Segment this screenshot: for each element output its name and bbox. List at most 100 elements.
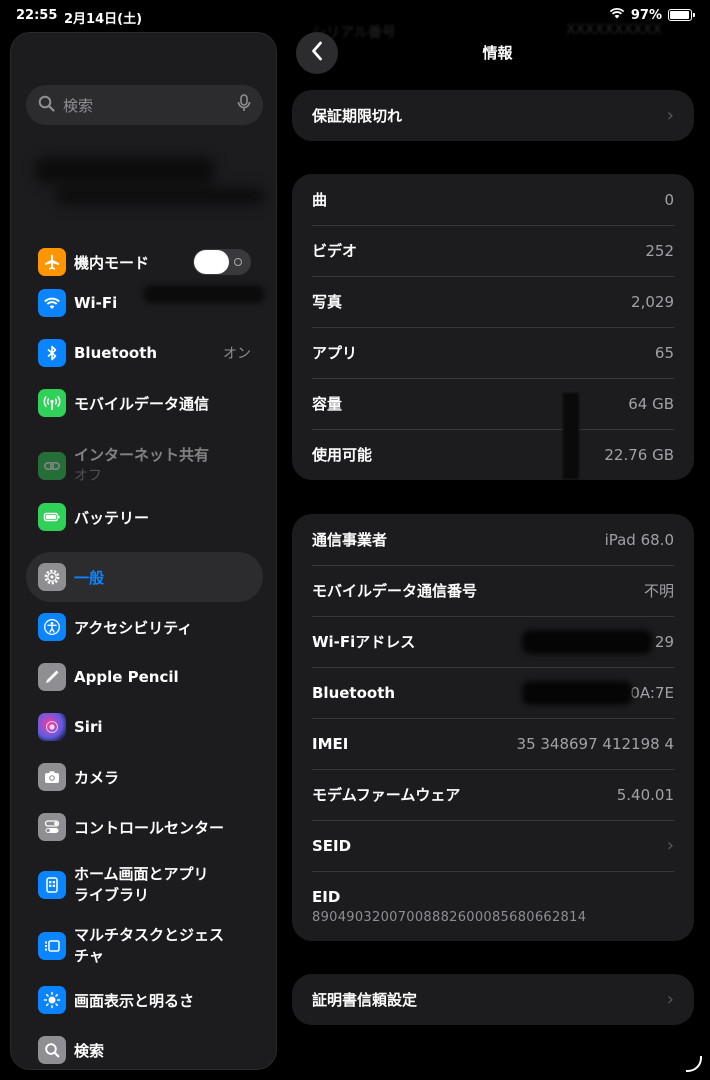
sidebar-item-label: Wi-Fi xyxy=(74,294,118,312)
row-label: 容量 xyxy=(312,395,343,413)
info-row-apps: アプリ 65 xyxy=(292,327,694,378)
media-info-group: 曲 0 ビデオ 252 写真 2,029 アプリ 65 容量 64 GB 使用可… xyxy=(292,174,694,480)
sidebar-item-label: ホーム画面とアプリ xyxy=(74,865,209,883)
sidebar-item-airplane-mode[interactable]: 機内モード xyxy=(26,239,263,285)
battery-icon xyxy=(38,503,66,531)
sidebar-item-apple-pencil[interactable]: Apple Pencil xyxy=(26,654,263,700)
chevron-right-icon: › xyxy=(666,835,674,856)
sidebar-item-home-screen[interactable]: ホーム画面とアプリ ライブラリ xyxy=(26,857,263,913)
row-label: モデムファームウェア xyxy=(312,786,461,804)
battery-fill xyxy=(670,11,690,19)
sidebar-item-display-brightness[interactable]: 画面表示と明るさ xyxy=(26,977,263,1023)
sidebar-item-battery[interactable]: バッテリー xyxy=(26,494,263,540)
sidebar-item-label: モバイルデータ通信 xyxy=(74,394,210,413)
redacted-block xyxy=(55,187,265,205)
sidebar-item-siri[interactable]: Siri xyxy=(26,704,263,750)
row-value: 0A:7E xyxy=(630,683,674,702)
homescreen-icon xyxy=(38,871,66,899)
sidebar-item-label-line2: ライブラリ xyxy=(74,886,150,904)
sidebar-item-label: コントロールセンター xyxy=(74,818,225,837)
warranty-row[interactable]: 保証期限切れ › xyxy=(292,90,694,141)
row-value: 22.76 GB xyxy=(604,445,674,464)
info-row-videos: ビデオ 252 xyxy=(292,225,694,276)
row-label: EID xyxy=(312,887,341,906)
sidebar-item-bluetooth[interactable]: Bluetooth オン xyxy=(26,330,263,376)
sidebar-item-accessibility[interactable]: アクセシビリティ xyxy=(26,604,263,650)
microphone-icon[interactable] xyxy=(237,94,251,116)
row-label: Wi-Fiアドレス xyxy=(312,633,416,651)
toggle-off-indicator xyxy=(234,258,242,266)
row-value: 29 xyxy=(654,632,674,651)
chevron-right-icon: › xyxy=(666,989,674,1010)
battery-percent: 97% xyxy=(630,7,662,23)
chevron-left-icon xyxy=(311,41,323,65)
info-row-cellular-number: モバイルデータ通信番号 不明 xyxy=(292,565,694,616)
sidebar-item-label-line2: チャ xyxy=(74,947,104,965)
search-placeholder: 検索 xyxy=(63,96,94,115)
info-row-carrier: 通信事業者 iPad 68.0 xyxy=(292,514,694,565)
sidebar-item-personal-hotspot[interactable]: インターネット共有 オフ xyxy=(26,438,263,494)
sidebar-item-search[interactable]: 検索 xyxy=(26,1027,263,1069)
info-row-seid[interactable]: SEID › xyxy=(292,820,694,871)
certificate-trust-row[interactable]: 証明書信頼設定 › xyxy=(292,974,694,1025)
toggle-knob xyxy=(194,250,229,274)
certificate-group: 証明書信頼設定 › xyxy=(292,974,694,1025)
back-button[interactable] xyxy=(296,32,338,74)
corner-indicator-icon xyxy=(686,1056,702,1072)
row-label: 保証期限切れ xyxy=(312,107,403,125)
warranty-group: 保証期限切れ › xyxy=(292,90,694,141)
info-row-songs: 曲 0 xyxy=(292,174,694,225)
row-value: iPad 68.0 xyxy=(604,530,674,549)
sidebar-item-control-center[interactable]: コントロールセンター xyxy=(26,804,263,850)
info-row-bluetooth: Bluetooth 0A:7E xyxy=(292,667,694,718)
search-icon xyxy=(38,1036,66,1064)
account-profile-redacted[interactable] xyxy=(35,151,265,221)
wifi-status-icon xyxy=(609,7,625,23)
row-value: 252 xyxy=(645,241,674,260)
info-row-imei: IMEI 35 348697 412198 4 xyxy=(292,718,694,769)
sidebar-item-wifi[interactable]: Wi-Fi xyxy=(26,280,264,326)
brightness-icon xyxy=(38,986,66,1014)
row-value: 35 348697 412198 4 xyxy=(516,734,674,753)
row-label: ビデオ xyxy=(312,242,358,260)
info-row-photos: 写真 2,029 xyxy=(292,276,694,327)
bluetooth-status: オン xyxy=(223,346,251,362)
sidebar-item-label: 機内モード xyxy=(74,253,150,272)
status-right: 97% xyxy=(609,7,695,23)
camera-icon xyxy=(38,763,66,791)
row-label: Bluetooth xyxy=(312,683,396,702)
sidebar-item-multitasking[interactable]: マルチタスクとジェス チャ xyxy=(26,918,263,974)
row-label: アプリ xyxy=(312,344,358,362)
gear-icon xyxy=(38,563,66,591)
row-value: 89049032007008882600085680662814 xyxy=(312,909,587,925)
sidebar-item-camera[interactable]: カメラ xyxy=(26,754,263,800)
sidebar-item-mobile-data[interactable]: モバイルデータ通信 xyxy=(26,380,263,426)
status-time: 22:55 xyxy=(16,8,58,23)
row-label: モバイルデータ通信番号 xyxy=(312,582,478,600)
search-field[interactable]: 検索 xyxy=(26,85,263,125)
row-value: 不明 xyxy=(643,582,674,600)
accessibility-icon xyxy=(38,613,66,641)
siri-icon xyxy=(38,713,66,741)
row-label: 証明書信頼設定 xyxy=(312,991,418,1009)
info-row-eid: EID 89049032007008882600085680662814 xyxy=(292,871,694,941)
scrolled-under-value-redacted: XXXXXXXXXX xyxy=(566,22,662,38)
home-screen-text: ホーム画面とアプリ ライブラリ xyxy=(74,864,209,906)
battery-icon xyxy=(668,9,695,21)
search-icon xyxy=(38,95,55,116)
airplane-mode-toggle[interactable] xyxy=(193,249,251,275)
info-row-modem-firmware: モデムファームウェア 5.40.01 xyxy=(292,769,694,820)
sidebar-item-general[interactable]: 一般 xyxy=(26,552,263,602)
sidebar-item-label: アクセシビリティ xyxy=(74,618,193,637)
wifi-network-redacted xyxy=(144,285,264,303)
row-label: 通信事業者 xyxy=(312,531,388,549)
row-value: 2,029 xyxy=(631,292,674,311)
chevron-right-icon: › xyxy=(666,105,674,126)
sidebar-item-label: インターネット共有 xyxy=(74,446,210,464)
switches-icon xyxy=(38,813,66,841)
redacted-block xyxy=(35,157,215,183)
page-title: 情報 xyxy=(482,44,513,62)
antenna-icon xyxy=(38,389,66,417)
multitask-icon xyxy=(38,932,66,960)
row-value: 65 xyxy=(654,343,674,362)
